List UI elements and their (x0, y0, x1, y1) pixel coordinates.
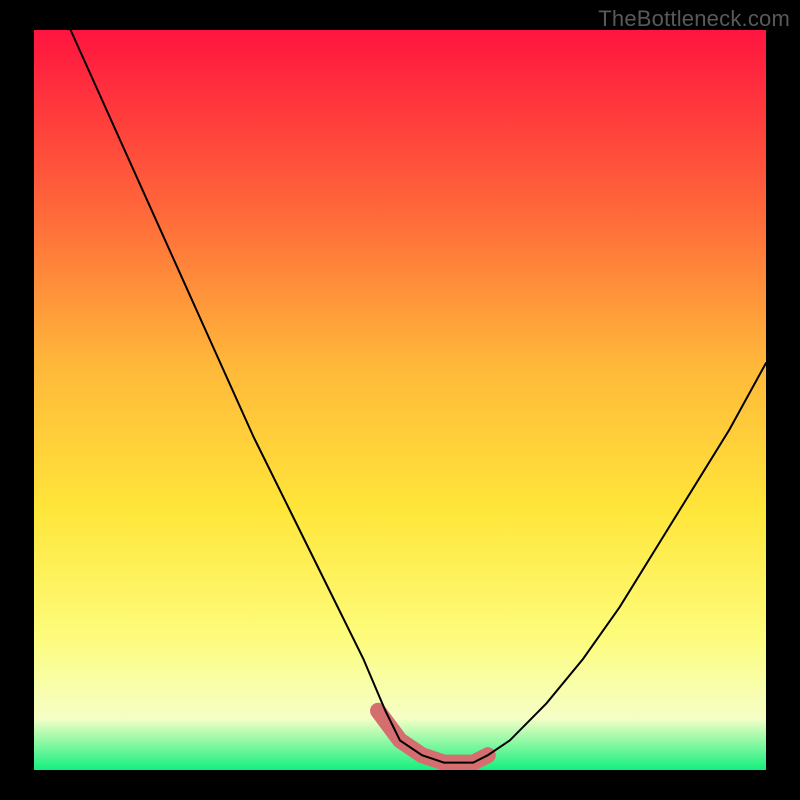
chart-frame: TheBottleneck.com (0, 0, 800, 800)
bottleneck-plot (34, 30, 766, 770)
gradient-background (34, 30, 766, 770)
watermark-text: TheBottleneck.com (598, 6, 790, 32)
